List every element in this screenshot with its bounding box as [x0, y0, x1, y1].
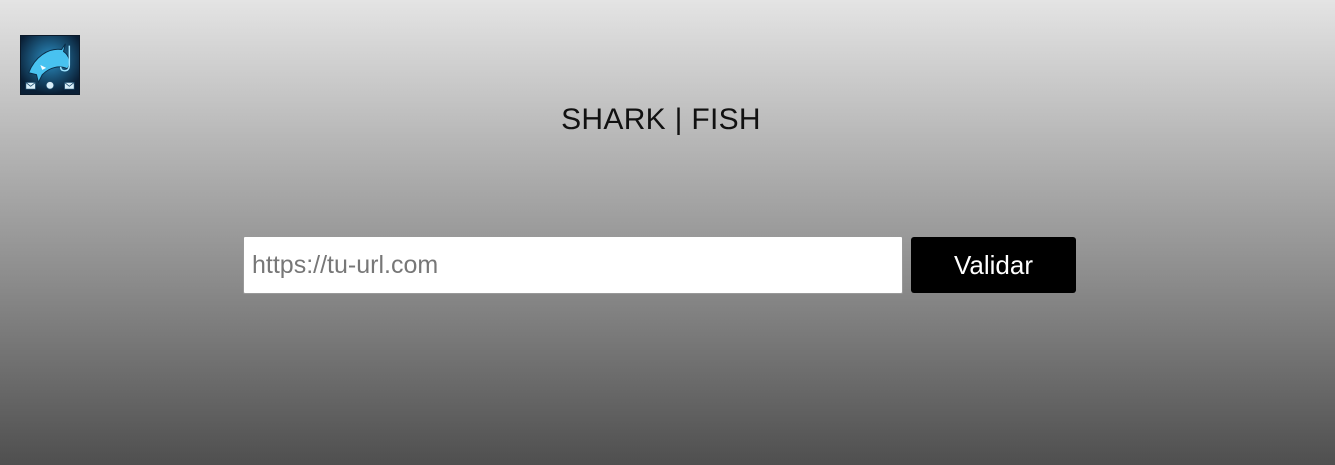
page-title: SHARK | FISH: [561, 103, 761, 136]
shark-logo-icon: [20, 35, 80, 95]
url-input[interactable]: [243, 236, 903, 294]
validate-button[interactable]: Validar: [911, 237, 1076, 293]
